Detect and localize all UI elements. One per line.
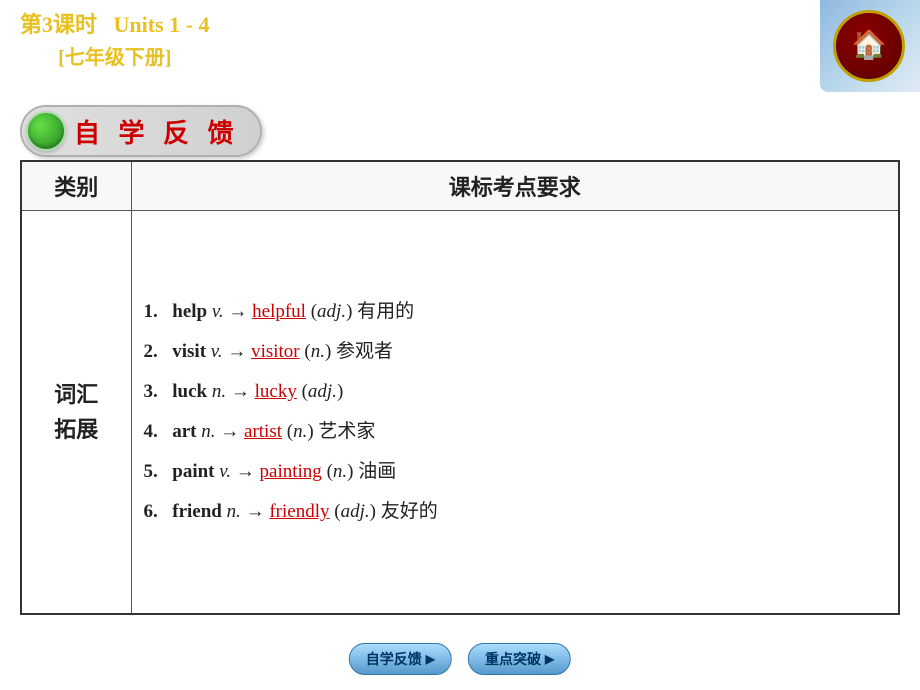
lesson-label: 第3课时 <box>20 12 97 37</box>
vocab-row: 词汇拓展 1. help v. → helpful (adj.) 有用的 <box>21 211 899 615</box>
badge-circle-icon <box>26 111 66 151</box>
grade-label: [七年级下册] <box>20 41 209 70</box>
main-content-area: 类别 课标考点要求 词汇拓展 1. help v. → helpful (adj <box>20 160 900 615</box>
self-study-button[interactable]: 自学反馈 ▶ <box>349 643 452 675</box>
col1-header: 类别 <box>21 161 131 211</box>
units-label: Units 1 - 4 <box>114 12 210 37</box>
header-title: 第3课时 Units 1 - 4 <box>20 10 209 41</box>
list-item: 2. visit v. → visitor (n.) 参观者 <box>144 332 887 372</box>
arrow-icon-1: ▶ <box>426 652 435 667</box>
key-points-label: 重点突破 <box>485 649 541 669</box>
self-study-label: 自学反馈 <box>366 649 422 669</box>
list-item: 6. friend n. → friendly (adj.) 友好的 <box>144 492 887 532</box>
content-cell: 1. help v. → helpful (adj.) 有用的 2. visit… <box>131 211 899 615</box>
list-item: 1. help v. → helpful (adj.) 有用的 <box>144 292 887 332</box>
vocab-table: 类别 课标考点要求 词汇拓展 1. help v. → helpful (adj <box>20 160 900 615</box>
list-item: 5. paint v. → painting (n.) 油画 <box>144 452 887 492</box>
vocab-list: 1. help v. → helpful (adj.) 有用的 2. visit… <box>144 292 887 531</box>
home-icon: 🏠 <box>852 32 887 60</box>
bottom-nav: 自学反馈 ▶ 重点突破 ▶ <box>349 643 571 675</box>
header: 第3课时 Units 1 - 4 [七年级下册] <box>20 10 209 70</box>
list-item: 4. art n. → artist (n.) 艺术家 <box>144 412 887 452</box>
section-badge: 自 学 反 馈 <box>20 105 262 157</box>
col2-header: 课标考点要求 <box>131 161 899 211</box>
badge-text: 自 学 反 馈 <box>74 113 240 150</box>
arrow-icon-2: ▶ <box>545 652 554 667</box>
home-button[interactable]: 🏠 <box>833 10 905 82</box>
category-cell: 词汇拓展 <box>21 211 131 615</box>
house-icon: 🏠 <box>852 32 887 60</box>
key-points-button[interactable]: 重点突破 ▶ <box>468 643 571 675</box>
list-item: 3. luck n. → lucky (adj.) <box>144 372 887 412</box>
